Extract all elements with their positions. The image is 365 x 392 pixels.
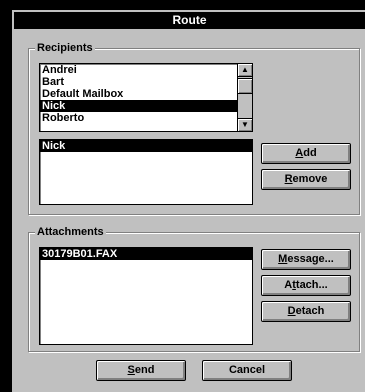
send-button[interactable]: Send xyxy=(96,360,186,381)
attach-button-label: tach... xyxy=(295,279,328,291)
attachments-list[interactable]: 30179B01.FAX xyxy=(39,247,253,345)
remove-button-label: emove xyxy=(292,173,328,185)
cancel-button[interactable]: Cancel xyxy=(202,360,292,381)
address-list-item[interactable]: Nick xyxy=(40,100,252,112)
route-dialog: Route Recipients Andrei Bart Default Mailb… xyxy=(12,10,365,392)
scroll-down-arrow-icon[interactable]: ▼ xyxy=(238,118,252,131)
add-button[interactable]: Add xyxy=(261,143,351,164)
scroll-thumb[interactable] xyxy=(238,78,252,94)
routing-list-items: Nick xyxy=(40,140,252,152)
recipients-group: Recipients Andrei Bart Default Mailbox Nick… xyxy=(28,41,360,215)
remove-button[interactable]: Remove xyxy=(261,169,351,190)
attachments-list-items: 30179B01.FAX xyxy=(40,248,252,260)
attach-button[interactable]: Attach... xyxy=(261,275,351,296)
routing-list-item[interactable]: Nick xyxy=(40,140,252,152)
address-list-item[interactable]: Roberto xyxy=(40,112,252,124)
remove-button-mnemonic: R xyxy=(284,173,293,185)
send-button-label: end xyxy=(134,364,155,376)
recipients-legend: Recipients xyxy=(35,41,95,55)
send-button-mnemonic: S xyxy=(127,364,135,376)
message-button[interactable]: Message... xyxy=(261,249,351,270)
scroll-up-arrow-icon[interactable]: ▲ xyxy=(238,64,252,77)
attachment-item[interactable]: 30179B01.FAX xyxy=(40,248,252,260)
attachments-legend: Attachments xyxy=(35,225,106,239)
detach-button[interactable]: Detach xyxy=(261,301,351,322)
dialog-title: Route xyxy=(14,12,365,29)
add-button-label: dd xyxy=(303,147,317,159)
routing-list[interactable]: Nick xyxy=(39,139,253,205)
address-list-scrollbar[interactable]: ▲ ▼ xyxy=(237,64,252,131)
attachments-group: Attachments 30179B01.FAX Message... Atta… xyxy=(28,225,360,352)
message-button-mnemonic: M xyxy=(278,253,288,265)
detach-button-label: etach xyxy=(295,305,325,317)
cancel-button-label: Cancel xyxy=(228,364,266,376)
address-list-item[interactable]: Andrei xyxy=(40,64,252,76)
message-button-label: essage... xyxy=(287,253,334,265)
address-list-item[interactable]: Bart xyxy=(40,76,252,88)
detach-button-mnemonic: D xyxy=(287,305,296,317)
address-list[interactable]: Andrei Bart Default Mailbox Nick Roberto ▲ ▼ xyxy=(39,63,253,132)
address-list-item[interactable]: Default Mailbox xyxy=(40,88,252,100)
address-list-items: Andrei Bart Default Mailbox Nick Roberto xyxy=(40,64,252,124)
